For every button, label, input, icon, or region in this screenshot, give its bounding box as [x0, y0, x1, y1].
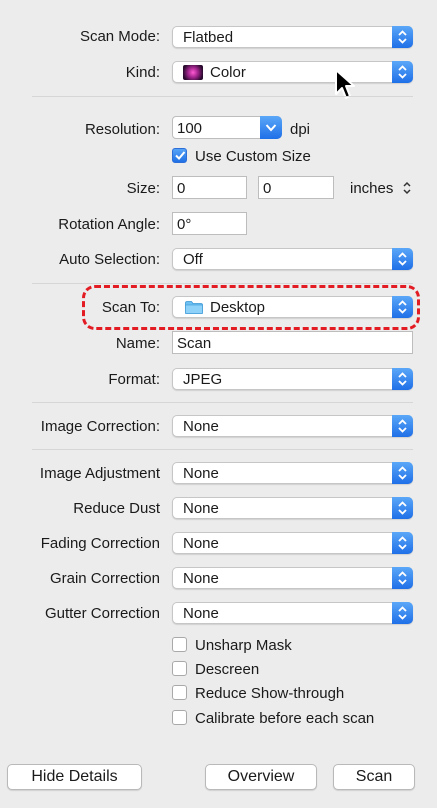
image-correction-label: Image Correction: [40, 418, 160, 435]
auto-selection-label: Auto Selection: [59, 251, 160, 268]
use-custom-size-checkbox[interactable] [172, 148, 187, 163]
scan-button[interactable]: Scan [333, 764, 415, 790]
gutter-correction-label: Gutter Correction [44, 605, 160, 622]
scan-to-popup[interactable]: Desktop [172, 296, 413, 318]
reduce-dust-popup[interactable]: None [172, 497, 413, 519]
chevron-updown-icon [392, 497, 413, 519]
reduce-show-through-label: Reduce Show-through [195, 685, 345, 702]
name-label: Name: [115, 335, 160, 352]
name-value: Scan [177, 335, 212, 352]
chevron-updown-icon [392, 26, 413, 48]
scan-to-value: Desktop [210, 299, 266, 316]
kind-popup[interactable]: Color [172, 61, 413, 83]
use-custom-size-label: Use Custom Size [195, 148, 311, 165]
scan-mode-label: Scan Mode: [79, 28, 160, 45]
rotation-angle-value: 0° [177, 216, 192, 233]
chevron-updown-icon [392, 567, 413, 589]
image-adjustment-label: Image Adjustment [39, 465, 160, 482]
resolution-combo[interactable]: 100 [172, 116, 282, 139]
auto-selection-popup[interactable]: Off [172, 248, 413, 270]
separator [32, 96, 413, 97]
grain-correction-value: None [183, 570, 219, 587]
chevron-updown-icon [403, 181, 411, 195]
checkmark-icon [175, 151, 186, 160]
size-height-field[interactable]: 0 [258, 176, 334, 199]
chevron-updown-icon [392, 415, 413, 437]
image-adjustment-value: None [183, 465, 219, 482]
rotation-angle-label: Rotation Angle: [58, 216, 160, 233]
fading-correction-popup[interactable]: None [172, 532, 413, 554]
chevron-updown-icon [392, 462, 413, 484]
format-popup[interactable]: JPEG [172, 368, 413, 390]
resolution-unit: dpi [290, 121, 311, 138]
grain-correction-label: Grain Correction [49, 570, 160, 587]
chevron-updown-icon [392, 368, 413, 390]
hide-details-button[interactable]: Hide Details [7, 764, 142, 790]
descreen-checkbox[interactable] [172, 661, 187, 676]
format-label: Format: [108, 371, 160, 388]
size-width-value: 0 [177, 180, 186, 197]
fading-correction-value: None [183, 535, 219, 552]
chevron-updown-icon [392, 61, 413, 83]
unsharp-mask-label: Unsharp Mask [195, 637, 292, 654]
scan-mode-value: Flatbed [183, 29, 234, 46]
grain-correction-popup[interactable]: None [172, 567, 413, 589]
reduce-dust-value: None [183, 500, 219, 517]
gutter-correction-popup[interactable]: None [172, 602, 413, 624]
kind-value: Color [210, 64, 246, 81]
resolution-label: Resolution: [84, 121, 160, 138]
reduce-dust-label: Reduce Dust [73, 500, 160, 517]
calibrate-checkbox[interactable] [172, 710, 187, 725]
chevron-updown-icon [392, 532, 413, 554]
image-correction-value: None [183, 418, 219, 435]
chevron-updown-icon [392, 296, 413, 318]
chevron-updown-icon [392, 248, 413, 270]
chevron-down-icon [260, 116, 282, 139]
resolution-value: 100 [177, 120, 203, 137]
size-label: Size: [126, 180, 160, 197]
unsharp-mask-checkbox[interactable] [172, 637, 187, 652]
size-unit-value: inches [350, 180, 394, 197]
scan-mode-popup[interactable]: Flatbed [172, 26, 413, 48]
separator [32, 402, 413, 403]
folder-icon [185, 301, 203, 314]
fading-correction-label: Fading Correction [40, 535, 160, 552]
separator [32, 283, 413, 284]
name-field[interactable]: Scan [172, 331, 413, 354]
calibrate-label: Calibrate before each scan [195, 710, 375, 727]
reduce-show-through-checkbox[interactable] [172, 685, 187, 700]
image-adjustment-popup[interactable]: None [172, 462, 413, 484]
size-height-value: 0 [263, 180, 272, 197]
image-correction-popup[interactable]: None [172, 415, 413, 437]
overview-button[interactable]: Overview [205, 764, 317, 790]
auto-selection-value: Off [183, 251, 203, 268]
size-unit-popup[interactable]: inches [350, 179, 412, 197]
kind-label: Kind: [125, 64, 160, 81]
size-width-field[interactable]: 0 [172, 176, 247, 199]
rotation-angle-field[interactable]: 0° [172, 212, 247, 235]
format-value: JPEG [183, 371, 223, 388]
chevron-updown-icon [392, 602, 413, 624]
descreen-label: Descreen [195, 661, 260, 678]
gutter-correction-value: None [183, 605, 219, 622]
scan-to-label: Scan To: [101, 299, 160, 316]
color-swatch-icon [183, 65, 203, 80]
separator [32, 449, 413, 450]
